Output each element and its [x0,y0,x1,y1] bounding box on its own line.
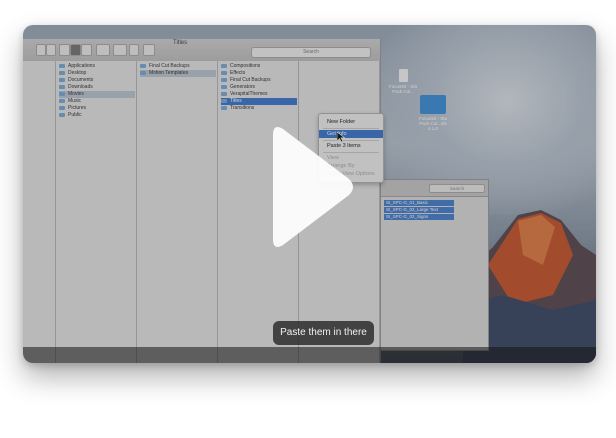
play-icon[interactable] [269,123,355,251]
video-bottom-strip [23,347,596,363]
video-caption: Paste them in there [273,321,374,345]
video-player[interactable]: Focus93 - Sta Pack Col... Focus93 - Sta … [23,25,596,363]
